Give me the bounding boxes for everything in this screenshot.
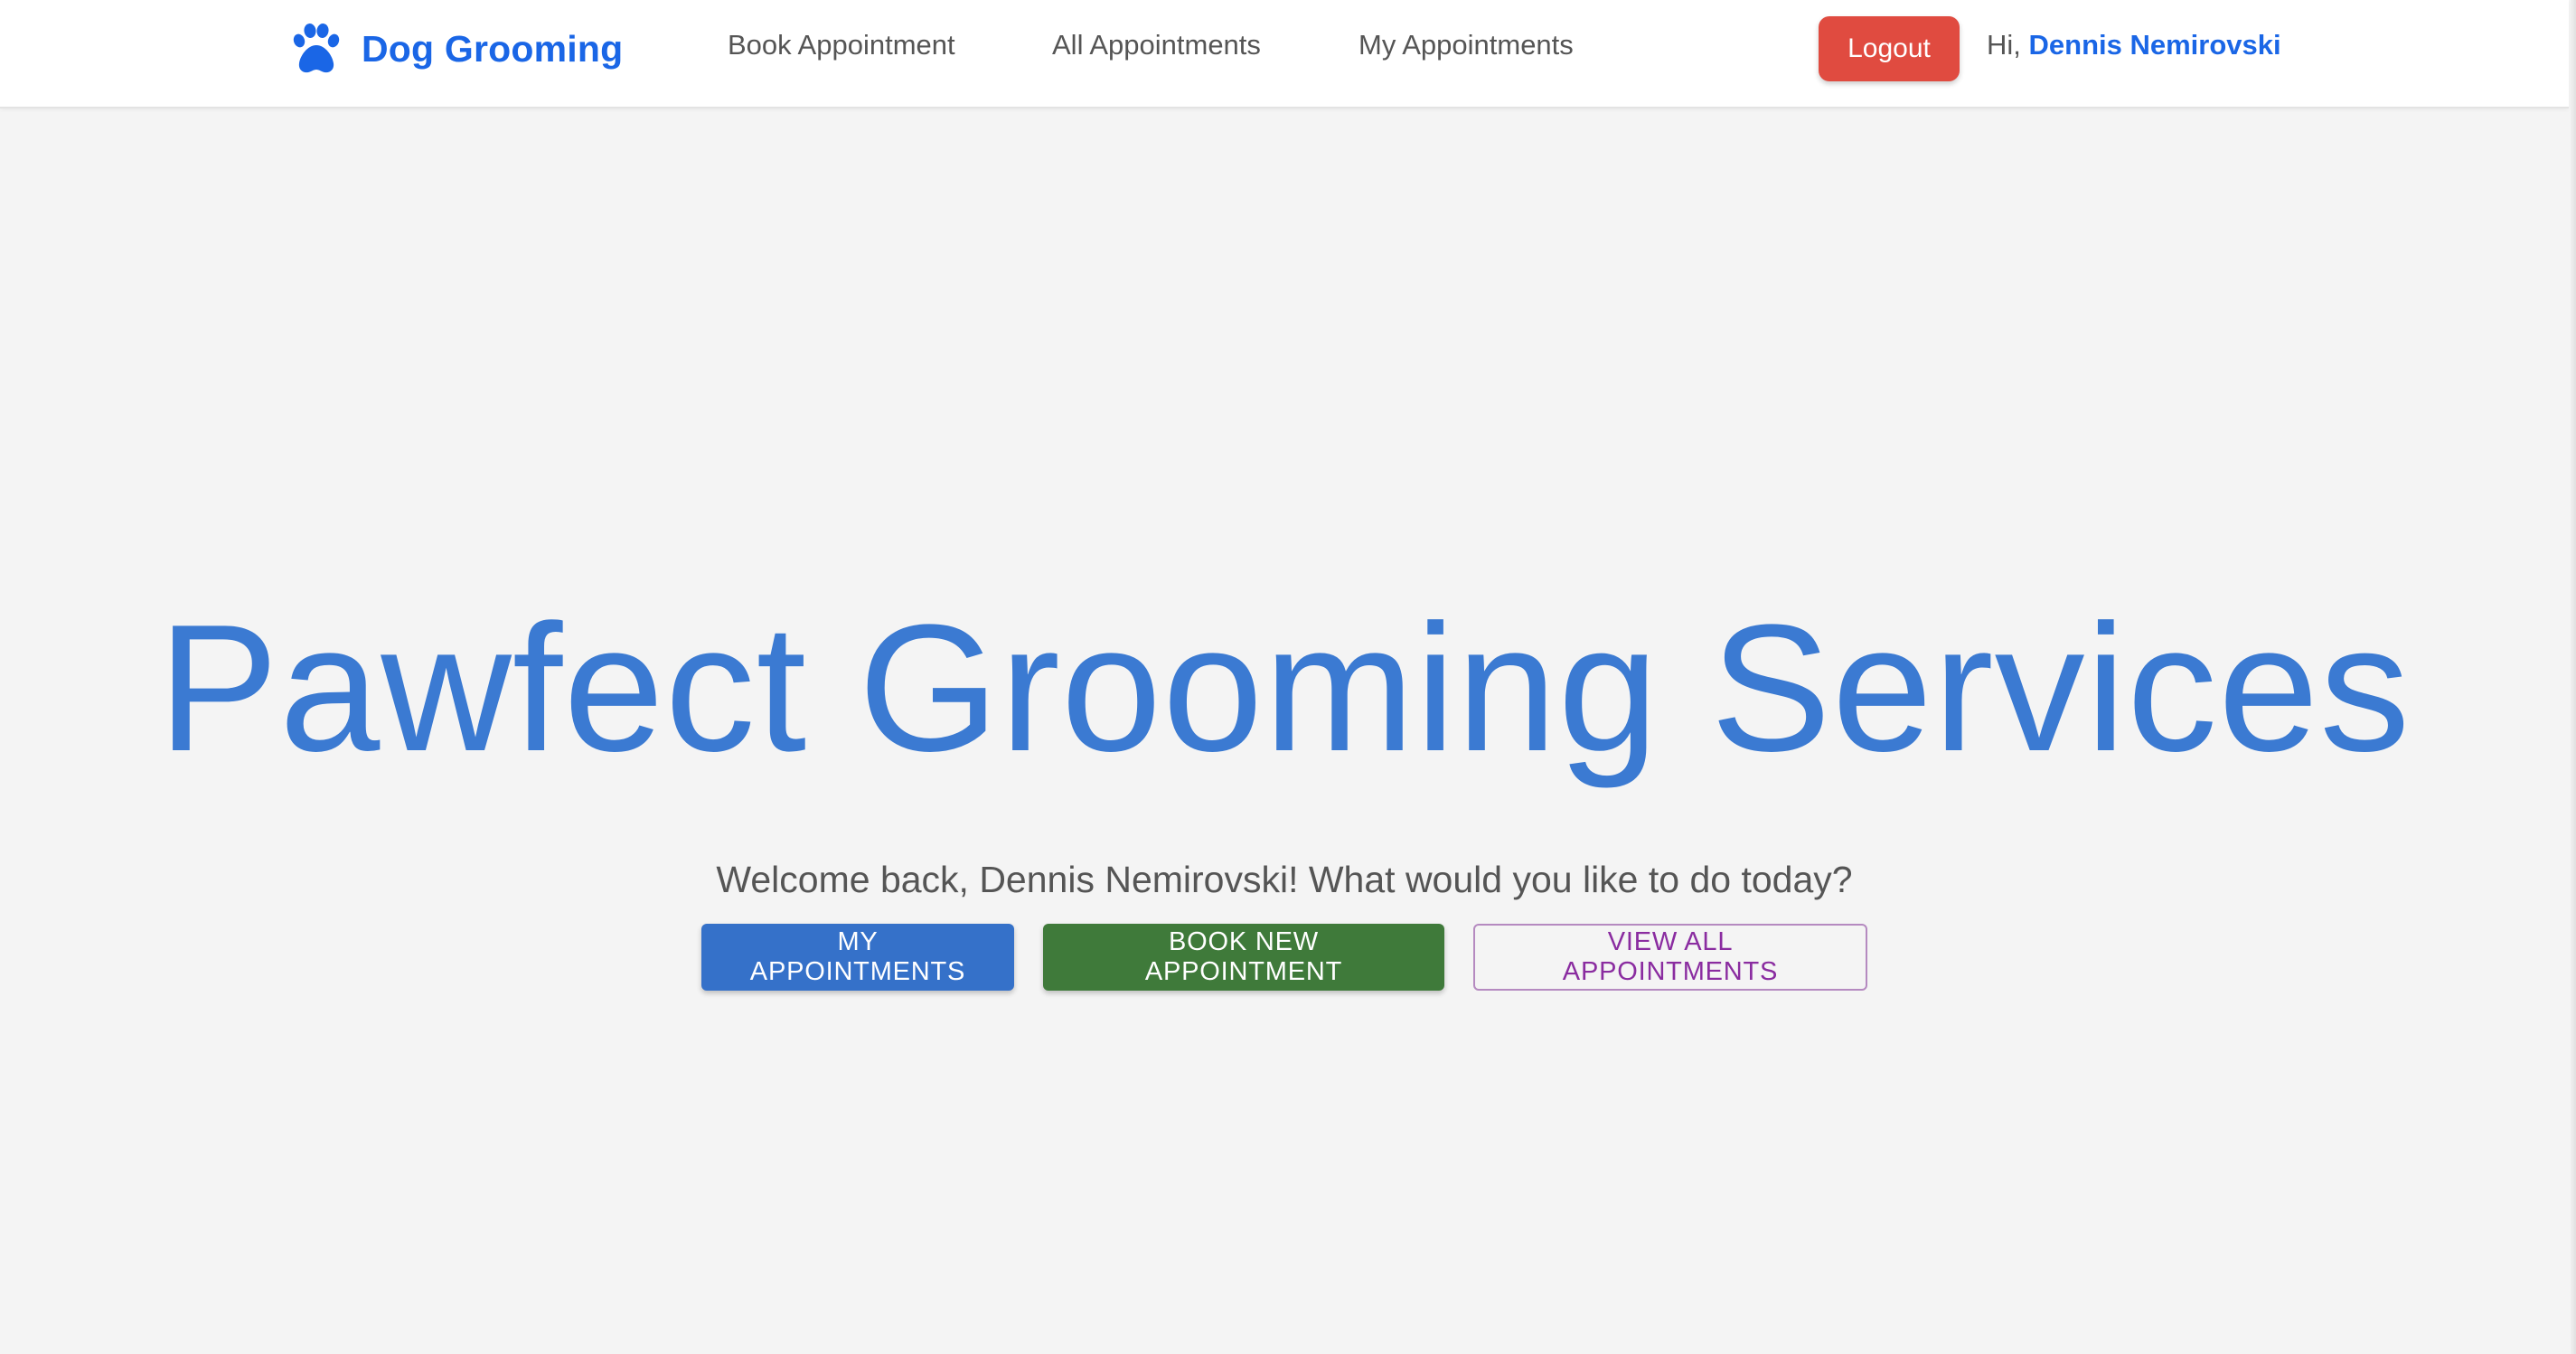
nav-link-book-appointment[interactable]: Book Appointment	[728, 29, 955, 61]
brand-label: Dog Grooming	[362, 27, 624, 70]
user-greeting: Hi, Dennis Nemirovski	[1987, 29, 2281, 61]
page: Dog Grooming Book Appointment All Appoin…	[0, 0, 2576, 1354]
book-new-appointment-button[interactable]: BOOK NEW APPOINTMENT	[1043, 924, 1444, 991]
hero-title: Pawfect Grooming Services	[157, 588, 2411, 789]
hero-subtitle: Welcome back, Dennis Nemirovski! What wo…	[716, 859, 1853, 900]
hero-actions: MY APPOINTMENTS BOOK NEW APPOINTMENT VIE…	[0, 924, 2569, 991]
scrollbar-track[interactable]	[2571, 0, 2576, 1354]
paw-icon	[293, 24, 340, 73]
view-all-appointments-button[interactable]: VIEW ALL APPOINTMENTS	[1473, 924, 1867, 991]
user-name-link[interactable]: Dennis Nemirovski	[2029, 29, 2281, 61]
logout-button[interactable]: Logout	[1819, 16, 1960, 81]
my-appointments-button[interactable]: MY APPOINTMENTS	[701, 924, 1014, 991]
brand-link[interactable]: Dog Grooming	[289, 22, 623, 76]
greeting-prefix: Hi,	[1987, 29, 2021, 61]
top-navbar: Dog Grooming Book Appointment All Appoin…	[0, 0, 2569, 108]
nav-link-all-appointments[interactable]: All Appointments	[1052, 29, 1261, 61]
nav-link-my-appointments[interactable]: My Appointments	[1359, 29, 1574, 61]
